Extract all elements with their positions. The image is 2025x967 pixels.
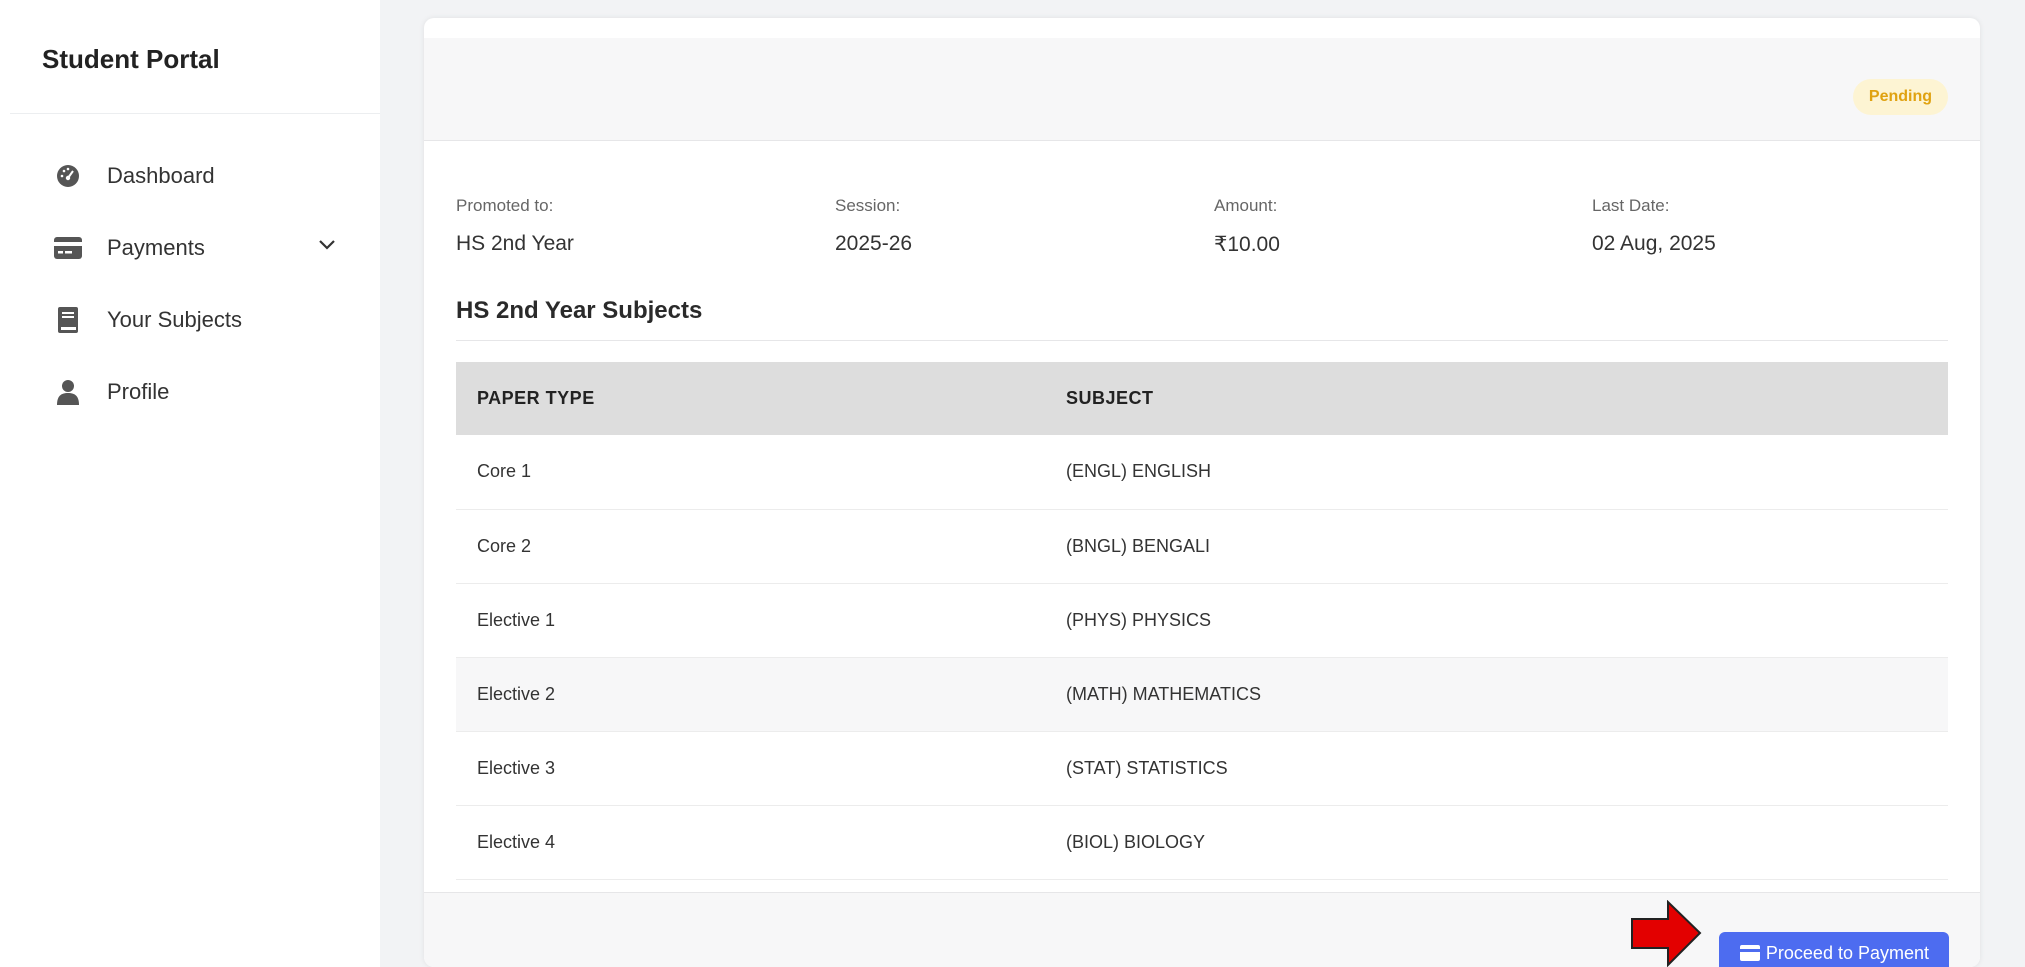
paper-type-cell: Core 2 xyxy=(456,509,1045,584)
info-value: ₹10.00 xyxy=(1214,233,1280,256)
table-header-row: PAPER TYPE SUBJECT xyxy=(456,362,1948,435)
subjects-table: PAPER TYPE SUBJECT Core 1 (ENGL) ENGLISH… xyxy=(456,362,1948,880)
info-value: 02 Aug, 2025 xyxy=(1592,232,1716,255)
proceed-to-payment-button[interactable]: Proceed to Payment xyxy=(1718,932,1949,967)
subject-cell: (STAT) STATISTICS xyxy=(1045,731,1948,806)
sidebar-item-label: Your Subjects xyxy=(107,307,242,332)
paper-type-cell: Elective 1 xyxy=(456,583,1045,658)
info-label: Session: xyxy=(835,196,901,215)
subject-cell: (ENGL) ENGLISH xyxy=(1045,435,1948,510)
column-header-paper-type: PAPER TYPE xyxy=(456,362,1045,435)
subject-cell: (BNGL) BENGALI xyxy=(1045,509,1948,584)
table-row: Elective 2 (MATH) MATHEMATICS xyxy=(456,657,1948,732)
divider xyxy=(456,340,1948,341)
sidebar-item-label: Dashboard xyxy=(107,163,215,188)
promotion-card: Pending Promoted to: HS 2nd Year Session… xyxy=(424,18,1980,967)
table-row: Elective 3 (STAT) STATISTICS xyxy=(456,731,1948,806)
info-label: Last Date: xyxy=(1592,196,1670,215)
info-session: Session: 2025-26 xyxy=(835,196,1195,256)
info-value: HS 2nd Year xyxy=(456,232,574,255)
subject-cell: (BIOL) BIOLOGY xyxy=(1045,805,1948,880)
column-header-subject: SUBJECT xyxy=(1045,362,1948,435)
card-header: Pending xyxy=(424,38,1980,141)
app-root: Student Portal Dashboard Payments Your S… xyxy=(0,0,2025,967)
paper-type-cell: Elective 3 xyxy=(456,731,1045,806)
info-last-date: Last Date: 02 Aug, 2025 xyxy=(1592,196,1952,256)
sidebar-item-your-subjects[interactable]: Your Subjects xyxy=(0,284,380,356)
info-label: Promoted to: xyxy=(456,196,554,215)
info-amount: Amount: ₹10.00 xyxy=(1214,196,1574,257)
table-row: Core 2 (BNGL) BENGALI xyxy=(456,509,1948,584)
paper-type-cell: Elective 2 xyxy=(456,657,1045,732)
sidebar-item-profile[interactable]: Profile xyxy=(0,356,380,428)
sidebar-nav: Dashboard Payments Your Subjects Profile xyxy=(0,140,380,428)
sidebar-item-label: Payments xyxy=(107,235,205,260)
credit-card-icon xyxy=(1739,945,1760,961)
subjects-title: HS 2nd Year Subjects xyxy=(456,297,703,324)
sidebar-item-label: Profile xyxy=(107,379,170,404)
paper-type-cell: Elective 4 xyxy=(456,805,1045,880)
credit-card-icon xyxy=(54,234,82,262)
paper-type-cell: Core 1 xyxy=(456,435,1045,510)
dashboard-gauge-icon xyxy=(54,162,82,190)
book-icon xyxy=(54,306,82,334)
subject-cell: (PHYS) PHYSICS xyxy=(1045,583,1948,658)
user-icon xyxy=(54,378,82,406)
divider xyxy=(10,113,380,114)
sidebar-item-dashboard[interactable]: Dashboard xyxy=(0,140,380,212)
sidebar-item-payments[interactable]: Payments xyxy=(0,212,380,284)
proceed-button-label: Proceed to Payment xyxy=(1765,942,1929,963)
subject-cell: (MATH) MATHEMATICS xyxy=(1045,657,1948,732)
table-row: Elective 4 (BIOL) BIOLOGY xyxy=(456,805,1948,880)
table-row: Elective 1 (PHYS) PHYSICS xyxy=(456,583,1948,658)
chevron-down-icon[interactable] xyxy=(318,238,336,256)
sidebar: Student Portal Dashboard Payments Your S… xyxy=(0,0,380,967)
red-arrow-icon xyxy=(1630,899,1702,967)
status-badge: Pending xyxy=(1852,79,1948,115)
info-value: 2025-26 xyxy=(835,232,913,255)
info-label: Amount: xyxy=(1214,196,1278,215)
table-row: Core 1 (ENGL) ENGLISH xyxy=(456,435,1948,510)
info-promoted-to: Promoted to: HS 2nd Year xyxy=(456,196,816,256)
brand-title: Student Portal xyxy=(42,44,220,74)
